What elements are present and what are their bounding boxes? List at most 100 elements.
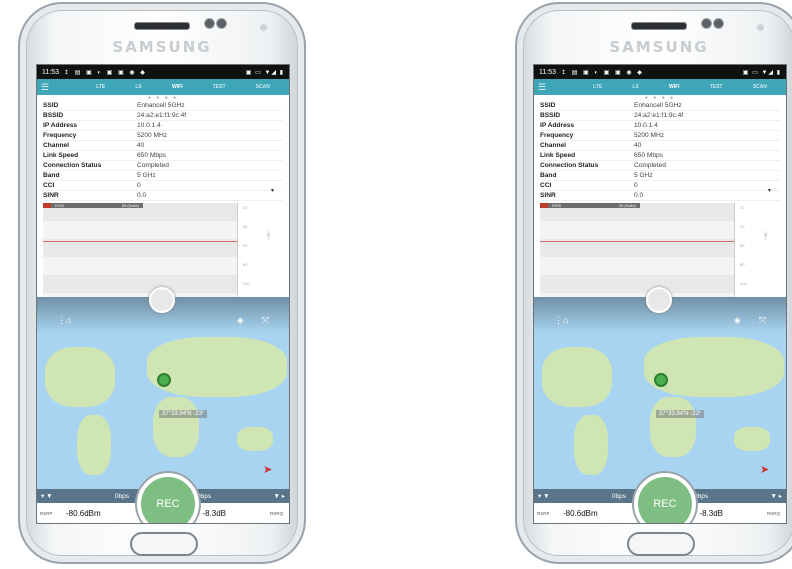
continent-north-america xyxy=(45,347,115,407)
light-sensor xyxy=(260,24,267,31)
earpiece xyxy=(134,22,190,30)
hamburger-menu-icon[interactable]: ☰ xyxy=(538,82,578,93)
legend-value: 55 (Kalle) xyxy=(618,203,636,208)
location-marker-icon[interactable] xyxy=(654,373,668,387)
y-tick: 20 xyxy=(243,205,248,210)
compass-icon[interactable]: ➤ xyxy=(760,463,769,476)
info-value: 5200 MHz xyxy=(137,132,168,139)
graph-dropdown-icon[interactable]: ▾ xyxy=(271,187,274,194)
layers-icon[interactable]: ◈ xyxy=(734,315,741,326)
graph-dropdown-icon[interactable]: ▾ xyxy=(768,187,771,194)
info-value: 10.0.1.4 xyxy=(634,122,658,129)
info-value: 5 GHz xyxy=(137,172,156,179)
y-tick: 60 xyxy=(740,243,745,248)
upload-arrow-icon: ▼ ▸ xyxy=(770,493,782,500)
location-marker-icon[interactable] xyxy=(157,373,171,387)
earpiece xyxy=(631,22,687,30)
info-key: CCI xyxy=(540,182,552,189)
info-row: SINR 0.0 xyxy=(43,191,283,201)
legend-value: 55 (Kalle) xyxy=(121,203,139,208)
rsrq-value: -8.3dB xyxy=(202,508,226,518)
screen: 11:53 ↥ ▤ ▣ ◐ ▣ ▣ ◉ ◆ ▣ ▭ ▼◢ ▮ ☰ LTE LS … xyxy=(533,64,787,524)
info-value: 5 GHz xyxy=(634,172,653,179)
continent-north-america xyxy=(542,347,612,407)
rsrp-value: -80.6dBm xyxy=(563,508,598,518)
info-key: SSID xyxy=(43,102,59,109)
more-vert-icon[interactable]: ⋮ xyxy=(57,315,66,326)
tab-scan[interactable]: SCAN xyxy=(256,84,270,90)
tab-lte[interactable]: LTE xyxy=(593,84,602,90)
info-key: Connection Status xyxy=(540,162,599,169)
y-tick: 20 xyxy=(740,205,745,210)
status-icons: ↥ ▤ ▣ ◐ ▣ ▣ ◉ ◆ xyxy=(64,69,147,76)
tab-scan[interactable]: SCAN xyxy=(753,84,767,90)
info-row: CCI 0 xyxy=(540,181,780,191)
rssi-graph: RSSI 55 (Kalle) 20 40 60 80 100 dBm xyxy=(43,203,272,297)
home-button[interactable] xyxy=(627,532,695,556)
light-sensor xyxy=(757,24,764,31)
info-row: Link Speed 650 Mbps xyxy=(540,151,780,161)
info-value: Completed xyxy=(137,162,169,169)
info-key: BSSID xyxy=(43,112,64,119)
info-key: Band xyxy=(540,172,557,179)
graph-legend: RSSI 55 (Kalle) xyxy=(43,203,143,208)
fullscreen-icon[interactable]: ⤧ xyxy=(759,315,766,326)
continent-south-america xyxy=(574,415,608,475)
fullscreen-icon[interactable]: ⤧ xyxy=(262,315,269,326)
info-key: BSSID xyxy=(540,112,561,119)
y-axis-unit: dBm xyxy=(266,231,272,240)
y-tick: 40 xyxy=(243,224,248,229)
y-axis-ticks: 20 40 60 80 100 xyxy=(740,205,747,300)
info-value: 10.0.1.4 xyxy=(137,122,161,129)
continent-australia xyxy=(237,427,273,451)
status-icons: ↥ ▤ ▣ ◐ ▣ ▣ ◉ ◆ xyxy=(561,69,644,76)
info-key: SSID xyxy=(540,102,556,109)
panel-drag-handle[interactable] xyxy=(149,287,175,313)
tab-test[interactable]: TEST xyxy=(710,84,723,90)
signal-battery-icons: ▣ ▭ ▼◢ ▮ xyxy=(245,69,284,76)
info-value: 0 xyxy=(634,182,638,189)
info-row: Channel 40 xyxy=(43,141,283,151)
info-row: Band 5 GHz xyxy=(43,171,283,181)
info-key: Channel xyxy=(540,142,567,149)
tab-wifi[interactable]: WIFI xyxy=(172,84,183,90)
tab-ls[interactable]: LS xyxy=(632,84,638,90)
rsrp-value: -80.6dBm xyxy=(66,508,101,518)
download-rate: 0bps xyxy=(114,492,129,500)
hamburger-menu-icon[interactable]: ☰ xyxy=(41,82,81,93)
info-key: CCI xyxy=(43,182,55,189)
info-key: Band xyxy=(43,172,60,179)
tab-wifi[interactable]: WIFI xyxy=(669,84,680,90)
info-key: Frequency xyxy=(540,132,574,139)
rsrp-label: RSRP xyxy=(537,510,550,516)
app-toolbar: ☰ LTE LS WIFI TEST SCAN xyxy=(534,79,786,95)
download-arrow-icon: ▾ ▼ xyxy=(41,493,53,500)
tab-lte[interactable]: LTE xyxy=(96,84,105,90)
info-row: BSSID 24:a2:e1:f1:9c:4f xyxy=(540,111,780,121)
tab-test[interactable]: TEST xyxy=(213,84,226,90)
home-button[interactable] xyxy=(130,532,198,556)
map-view[interactable] xyxy=(534,297,786,497)
tab-bar: LTE LS WIFI TEST SCAN xyxy=(578,84,782,90)
info-row: CCI 0 xyxy=(43,181,283,191)
info-value: 40 xyxy=(137,142,145,149)
map-view[interactable] xyxy=(37,297,289,497)
more-vert-icon[interactable]: ⋮ xyxy=(554,315,563,326)
layers-icon[interactable]: ◈ xyxy=(237,315,244,326)
info-row: Frequency 5200 MHz xyxy=(43,131,283,141)
panel-drag-handle[interactable] xyxy=(646,287,672,313)
status-time: 11:53 xyxy=(42,68,59,76)
info-value: Enhancell 5GHz xyxy=(137,102,185,109)
legend-swatch xyxy=(43,203,51,208)
signal-battery-icons: ▣ ▭ ▼◢ ▮ xyxy=(742,69,781,76)
brand-logo: SAMSUNG xyxy=(609,38,709,56)
y-tick: 80 xyxy=(740,262,745,267)
tab-ls[interactable]: LS xyxy=(135,84,141,90)
compass-icon[interactable]: ➤ xyxy=(263,463,272,476)
info-value: 650 Mbps xyxy=(137,152,166,159)
upload-rate: 0bps xyxy=(197,492,212,500)
info-value: 24:a2:e1:f1:9c:4f xyxy=(137,112,187,119)
status-bar: 11:53 ↥ ▤ ▣ ◐ ▣ ▣ ◉ ◆ ▣ ▭ ▼◢ ▮ xyxy=(37,65,289,79)
info-key: IP Address xyxy=(43,122,78,129)
info-row: Channel 40 xyxy=(540,141,780,151)
